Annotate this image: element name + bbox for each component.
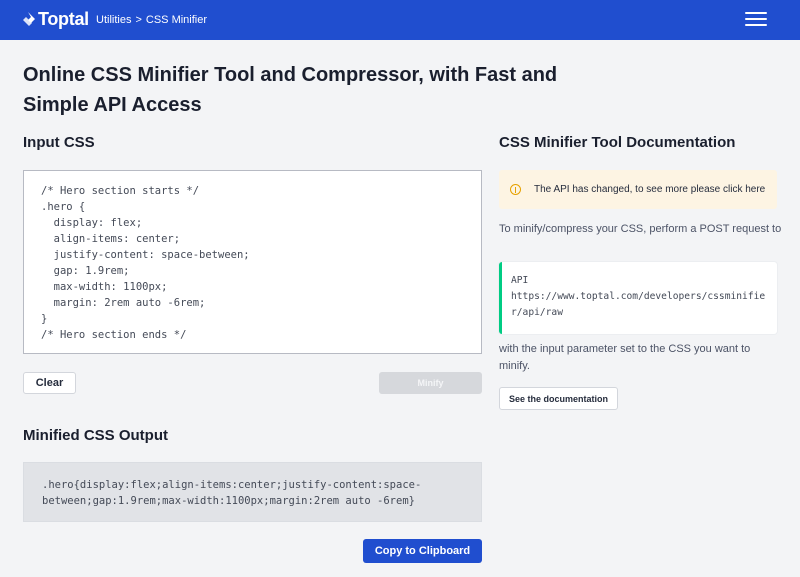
hamburger-menu-icon[interactable] bbox=[745, 12, 767, 28]
breadcrumb-separator: > bbox=[135, 14, 142, 26]
see-documentation-button[interactable]: See the documentation bbox=[499, 387, 618, 410]
api-endpoint-box: API https://www.toptal.com/developers/cs… bbox=[499, 262, 777, 334]
minified-output-heading: Minified CSS Output bbox=[23, 427, 168, 444]
api-intro-text: To minify/compress your CSS, perform a P… bbox=[499, 223, 782, 235]
notice-text: The API has changed, to see more please … bbox=[534, 184, 766, 195]
api-url: https://www.toptal.com/developers/cssmin… bbox=[511, 291, 766, 318]
page-title: Online CSS Minifier Tool and Compressor,… bbox=[23, 64, 558, 116]
clear-button[interactable]: Clear bbox=[23, 372, 76, 394]
warning-icon bbox=[510, 184, 521, 195]
api-change-notice[interactable]: The API has changed, to see more please … bbox=[499, 170, 777, 209]
copy-to-clipboard-button[interactable]: Copy to Clipboard bbox=[363, 539, 482, 563]
toptal-logo[interactable]: Toptal bbox=[22, 9, 89, 30]
breadcrumb: Utilities > CSS Minifier bbox=[96, 14, 207, 26]
input-css-heading: Input CSS bbox=[23, 134, 95, 151]
minified-css-output: .hero{display:flex;align-items:center;ju… bbox=[23, 462, 482, 522]
logo-text: Toptal bbox=[38, 9, 89, 29]
minify-button[interactable]: Minify bbox=[379, 372, 482, 394]
breadcrumb-utilities[interactable]: Utilities bbox=[96, 14, 131, 26]
documentation-heading: CSS Minifier Tool Documentation bbox=[499, 134, 736, 151]
toptal-logo-icon bbox=[23, 11, 35, 26]
top-navbar: Toptal Utilities > CSS Minifier bbox=[0, 0, 800, 40]
breadcrumb-css-minifier[interactable]: CSS Minifier bbox=[146, 14, 207, 26]
api-label: API bbox=[511, 275, 529, 286]
input-css-textarea[interactable]: /* Hero section starts */ .hero { displa… bbox=[23, 170, 482, 354]
api-param-text: with the input parameter set to the CSS … bbox=[499, 343, 751, 372]
